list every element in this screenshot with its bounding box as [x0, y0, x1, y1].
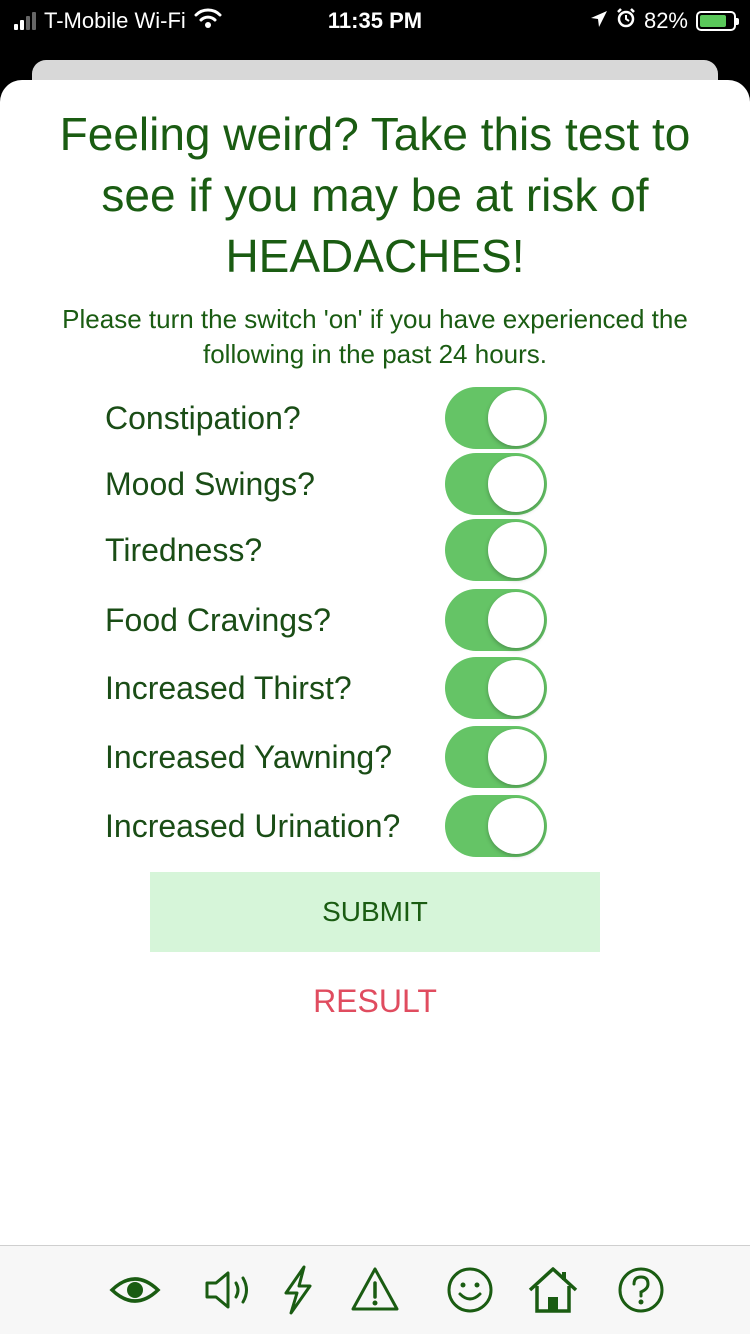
- symptom-label: Mood Swings?: [105, 466, 315, 502]
- symptom-switch-food-cravings[interactable]: [445, 589, 547, 651]
- symptom-label: Food Cravings?: [105, 602, 331, 638]
- symptom-row-increased-yawning: Increased Yawning?: [0, 726, 750, 788]
- symptom-switch-tiredness[interactable]: [445, 519, 547, 581]
- page-instructions: Please turn the switch 'on' if you have …: [62, 304, 688, 369]
- symptom-switch-constipation[interactable]: [445, 387, 547, 449]
- symptom-label: Tiredness?: [105, 532, 263, 568]
- warning-icon[interactable]: [349, 1264, 401, 1316]
- symptom-row-tiredness: Tiredness?: [0, 519, 750, 581]
- smiley-icon[interactable]: [444, 1264, 496, 1316]
- symptom-switch-increased-urination[interactable]: [445, 795, 547, 857]
- location-arrow-icon: [590, 8, 608, 34]
- switch-knob: [488, 390, 544, 446]
- symptom-row-food-cravings: Food Cravings?: [0, 589, 750, 651]
- symptom-row-constipation: Constipation?: [0, 387, 750, 449]
- symptom-label: Increased Yawning?: [105, 739, 393, 775]
- alarm-clock-icon: [616, 8, 636, 34]
- switch-knob: [488, 660, 544, 716]
- home-icon[interactable]: [527, 1264, 579, 1316]
- symptom-label: Constipation?: [105, 400, 301, 436]
- status-right: 82%: [590, 6, 739, 36]
- symptom-switch-increased-thirst[interactable]: [445, 657, 547, 719]
- battery-icon: [696, 11, 739, 31]
- question-icon[interactable]: [615, 1264, 667, 1316]
- switch-knob: [488, 729, 544, 785]
- switch-knob: [488, 456, 544, 512]
- switch-knob: [488, 522, 544, 578]
- page-title: Feeling weird? Take this test to see if …: [59, 108, 691, 282]
- battery-percent: 82%: [643, 8, 688, 33]
- symptom-label: Increased Thirst?: [105, 670, 352, 706]
- bottom-tab-bar: [0, 1245, 750, 1334]
- eye-icon[interactable]: [109, 1264, 161, 1316]
- switch-knob: [488, 798, 544, 854]
- submit-button[interactable]: SUBMIT: [150, 872, 600, 952]
- symptom-label: Increased Urination?: [105, 808, 401, 844]
- lightning-icon[interactable]: [272, 1264, 324, 1316]
- symptom-switch-increased-yawning[interactable]: [445, 726, 547, 788]
- symptom-row-increased-thirst: Increased Thirst?: [0, 657, 750, 719]
- symptom-row-increased-urination: Increased Urination?: [0, 795, 750, 857]
- symptom-switch-mood-swings[interactable]: [445, 453, 547, 515]
- switch-knob: [488, 592, 544, 648]
- test-sheet: Feeling weird? Take this test to see if …: [0, 80, 750, 1334]
- symptom-row-mood-swings: Mood Swings?: [0, 453, 750, 515]
- result-button[interactable]: RESULT: [275, 976, 475, 1026]
- speaker-icon[interactable]: [203, 1264, 255, 1316]
